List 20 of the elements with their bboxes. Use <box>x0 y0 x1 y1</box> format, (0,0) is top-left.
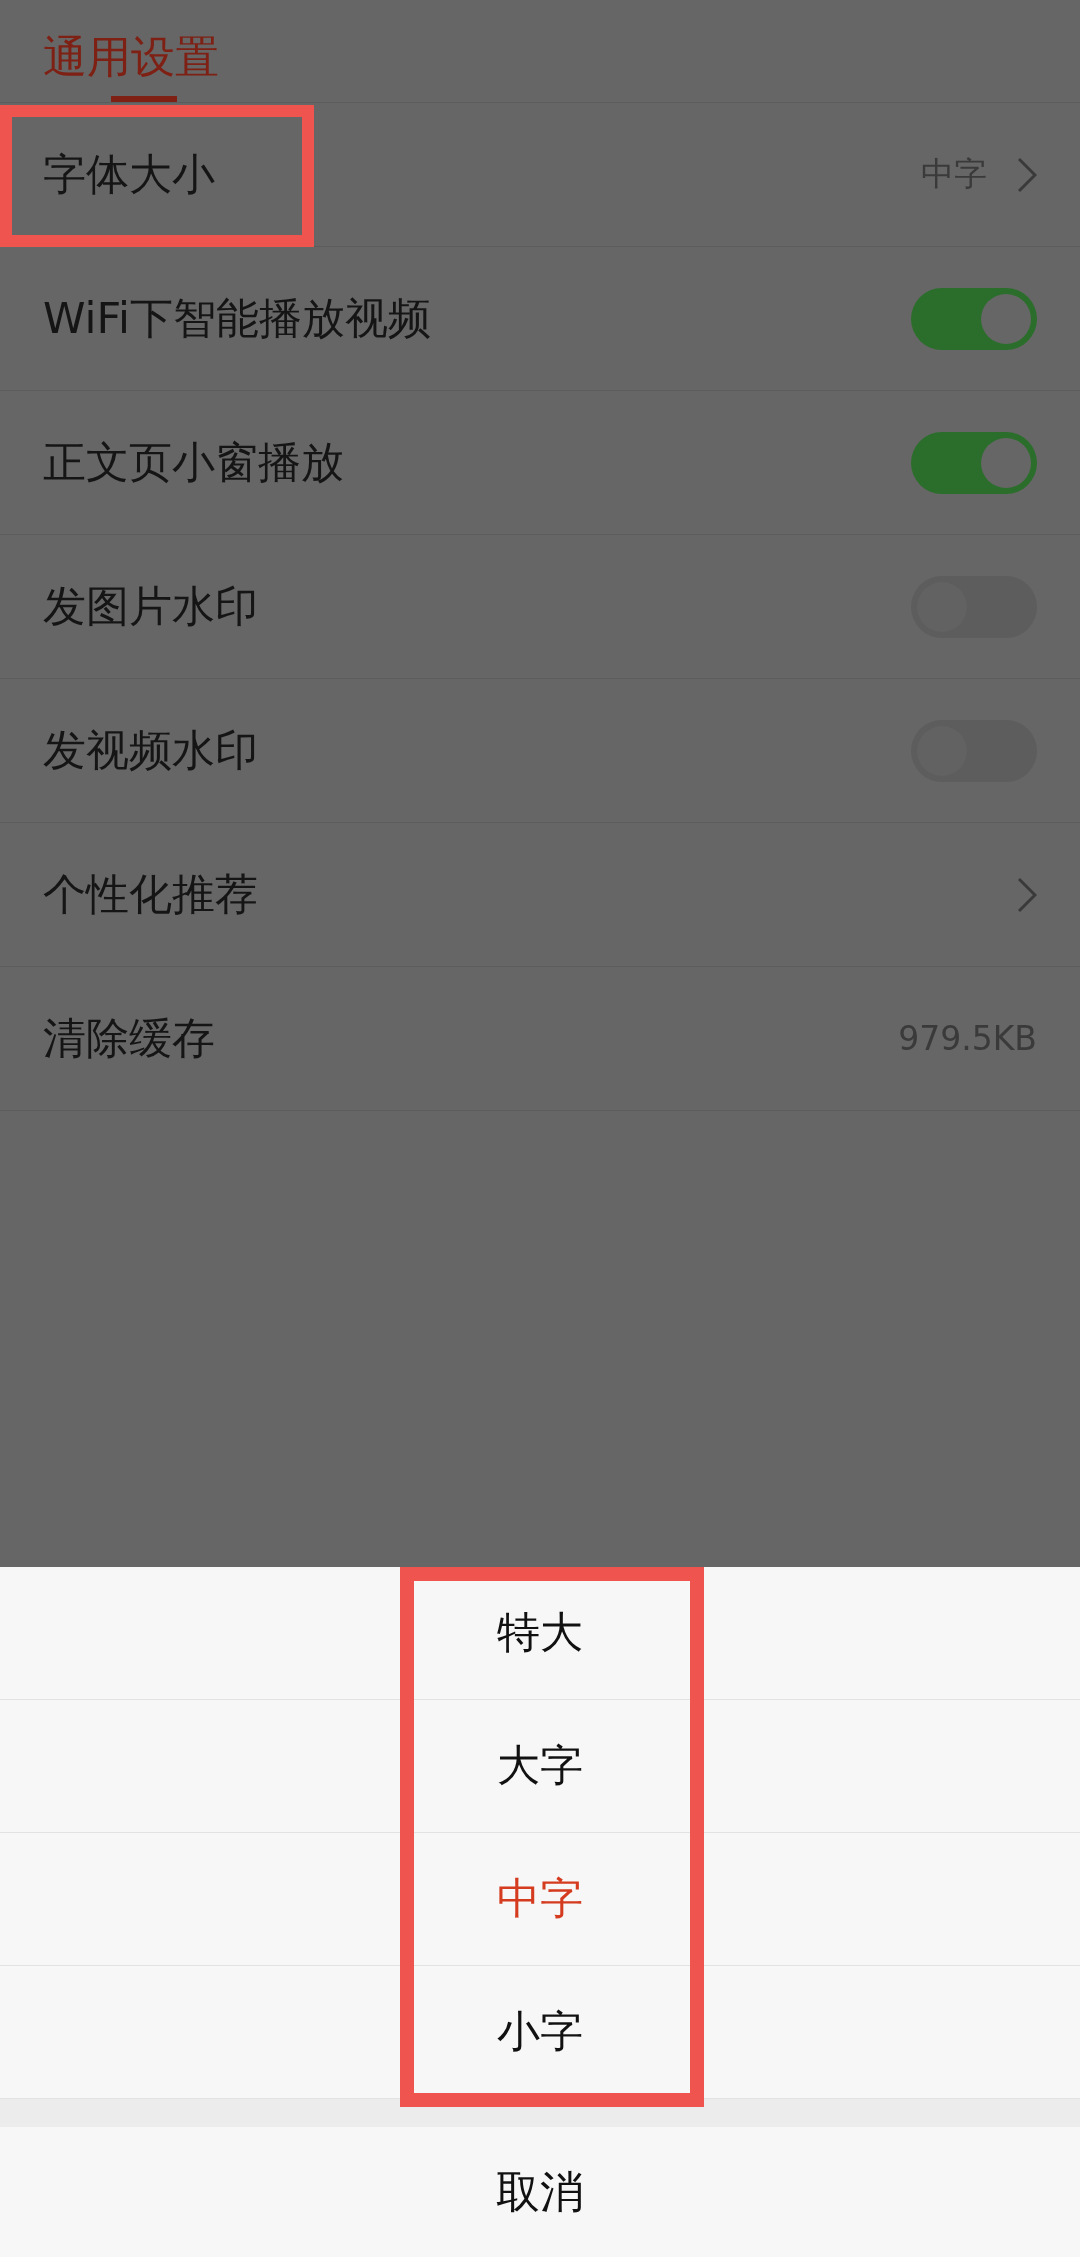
setting-label: 正文页小窗播放 <box>43 435 344 489</box>
setting-label: 个性化推荐 <box>43 867 258 921</box>
font-size-option[interactable]: 特大 <box>0 1567 1080 1700</box>
setting-label: 字体大小 <box>43 147 215 201</box>
font-size-option[interactable]: 大字 <box>0 1700 1080 1833</box>
settings-row[interactable]: 个性化推荐 <box>0 823 1080 967</box>
font-size-option[interactable]: 小字 <box>0 1966 1080 2099</box>
setting-label: 发图片水印 <box>43 579 258 633</box>
setting-label: 清除缓存 <box>43 1011 215 1065</box>
setting-label: WiFi下智能播放视频 <box>43 291 432 345</box>
settings-row[interactable]: WiFi下智能播放视频 <box>0 247 1080 391</box>
settings-row[interactable]: 发视频水印 <box>0 679 1080 823</box>
chevron-right-icon <box>1017 876 1037 913</box>
font-size-option[interactable]: 中字 <box>0 1833 1080 1966</box>
cancel-button[interactable]: 取消 <box>0 2127 1080 2257</box>
settings-row[interactable]: 发图片水印 <box>0 535 1080 679</box>
chevron-right-icon <box>1017 156 1037 193</box>
setting-label: 发视频水印 <box>43 723 258 777</box>
settings-row[interactable]: 正文页小窗播放 <box>0 391 1080 535</box>
settings-tab[interactable]: 通用设置 <box>43 31 219 102</box>
